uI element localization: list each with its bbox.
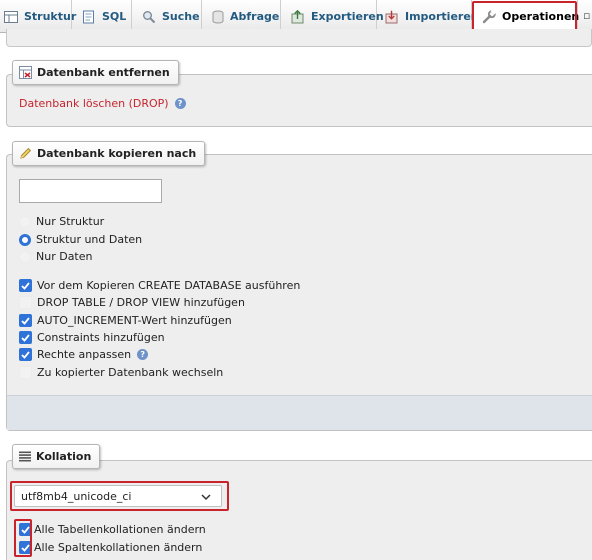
- new-database-name-input[interactable]: [19, 179, 162, 203]
- checkbox-label: Alle Spaltenkollationen ändern: [34, 541, 203, 554]
- copy-database-title: Datenbank kopieren nach: [37, 147, 197, 160]
- copy-database-legend: Datenbank kopieren nach: [12, 141, 206, 166]
- drop-database-link[interactable]: Datenbank löschen (DROP): [19, 97, 169, 110]
- checkbox-auto-increment[interactable]: AUTO_INCREMENT-Wert hinzufügen: [19, 314, 232, 327]
- tab-label: Exportieren: [311, 10, 384, 23]
- radio-structure-and-data[interactable]: Struktur und Daten: [19, 233, 142, 246]
- checkbox-checked[interactable]: [19, 314, 32, 327]
- tab-label: Operationen: [502, 10, 580, 23]
- radio-label: Nur Daten: [36, 250, 93, 263]
- collation-legend: Kollation: [12, 444, 101, 469]
- tab-label: Struktur: [24, 10, 77, 23]
- more-tabs-icon[interactable]: ▫: [583, 9, 590, 22]
- collation-title: Kollation: [36, 450, 92, 463]
- radio-label: Nur Struktur: [36, 215, 105, 228]
- copy-database-footer: [7, 395, 592, 430]
- radio-button[interactable]: [19, 215, 31, 228]
- checkbox-label: Zu kopierter Datenbank wechseln: [37, 366, 224, 379]
- checkbox-label: Constraints hinzufügen: [37, 331, 165, 344]
- checkbox-create-database[interactable]: Vor dem Kopieren CREATE DATABASE ausführ…: [19, 279, 300, 292]
- checkbox-constraints[interactable]: Constraints hinzufügen: [19, 331, 165, 344]
- checkbox-label: Vor dem Kopieren CREATE DATABASE ausführ…: [37, 279, 301, 292]
- checkbox-checked[interactable]: [19, 348, 32, 361]
- checkbox-checked[interactable]: [19, 279, 32, 292]
- checkbox-label: Rechte anpassen: [37, 348, 132, 361]
- tab-label: Abfrage: [230, 10, 280, 23]
- search-icon: [142, 10, 156, 24]
- checkbox-all-table-collations[interactable]: Alle Tabellenkollationen ändern: [19, 523, 206, 536]
- drop-database-row: Datenbank löschen (DROP) ?: [19, 97, 186, 110]
- tab-band: [6, 29, 592, 47]
- drop-database-legend: Datenbank entfernen: [12, 60, 179, 85]
- checkbox-checked[interactable]: [19, 541, 32, 554]
- list-icon: [19, 451, 31, 462]
- chevron-down-icon: [201, 491, 211, 504]
- checkbox-drop-table[interactable]: DROP TABLE / DROP VIEW hinzufügen: [19, 296, 245, 309]
- checkbox-unchecked[interactable]: [19, 366, 32, 379]
- drop-database-title: Datenbank entfernen: [37, 66, 170, 79]
- collation-select[interactable]: utf8mb4_unicode_ci: [14, 485, 222, 507]
- checkbox-unchecked[interactable]: [19, 296, 32, 309]
- query-icon: [212, 10, 224, 24]
- radio-button[interactable]: [19, 250, 31, 263]
- checkbox-all-column-collations[interactable]: Alle Spaltenkollationen ändern: [19, 541, 202, 554]
- wrench-icon: [482, 9, 496, 24]
- checkbox-label: DROP TABLE / DROP VIEW hinzufügen: [37, 296, 245, 309]
- checkbox-checked[interactable]: [19, 523, 32, 536]
- checkbox-switch-to-copied[interactable]: Zu kopierter Datenbank wechseln: [19, 366, 223, 379]
- checkbox-label: AUTO_INCREMENT-Wert hinzufügen: [37, 314, 232, 327]
- checkbox-label: Alle Tabellenkollationen ändern: [34, 523, 206, 536]
- collation-selected-value: utf8mb4_unicode_ci: [21, 489, 132, 503]
- export-icon: [291, 9, 305, 24]
- pencil-icon: [19, 147, 32, 160]
- sql-icon: [82, 10, 96, 24]
- help-icon[interactable]: ?: [174, 98, 186, 109]
- database-remove-icon: [19, 66, 32, 79]
- checkbox-adjust-privileges[interactable]: Rechte anpassen ?: [19, 348, 149, 361]
- radio-data-only[interactable]: Nur Daten: [19, 250, 92, 263]
- radio-structure-only[interactable]: Nur Struktur: [19, 215, 104, 228]
- radio-button-selected[interactable]: [19, 233, 31, 246]
- structure-icon: [4, 10, 18, 23]
- checkbox-checked[interactable]: [19, 331, 32, 344]
- import-icon: [385, 10, 399, 24]
- tab-label: SQL: [102, 10, 127, 23]
- tab-label: Suche: [162, 10, 200, 23]
- tab-label: Importieren: [405, 10, 479, 23]
- radio-label: Struktur und Daten: [36, 233, 143, 246]
- help-icon[interactable]: ?: [137, 349, 149, 360]
